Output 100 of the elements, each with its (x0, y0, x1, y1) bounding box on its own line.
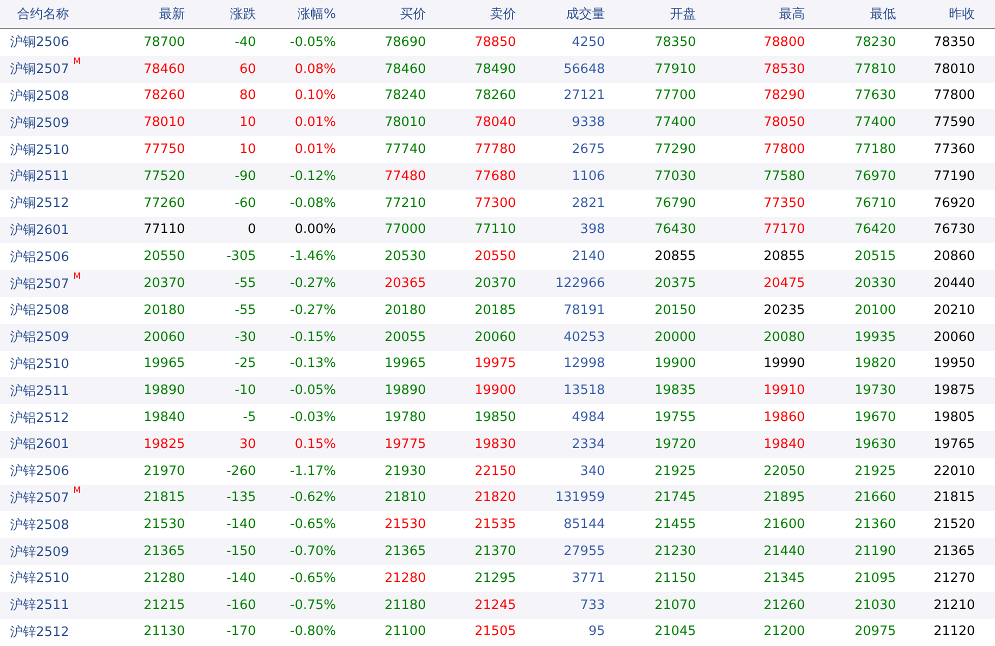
table-cell: -135 (226, 490, 256, 506)
table-cell: 20370 (144, 276, 185, 292)
contract-name: 沪锌2512 (10, 624, 70, 641)
table-cell: 77590 (934, 115, 975, 130)
table-row[interactable]: 沪铝2601 19825 30 0.15% 19775 19830 2334 19720 19840 19630 19765 (0, 430, 995, 458)
column-header[interactable]: 最高 (779, 5, 805, 23)
table-cell: 21660 (854, 490, 896, 506)
table-row[interactable]: 沪铜2508 78260 80 0.10% 78240 78260 27121 77700 78290 77630 77800 (0, 82, 995, 110)
table-cell: 0 (248, 222, 256, 238)
table-cell: 19890 (144, 383, 185, 398)
table-cell: 77580 (764, 168, 805, 184)
table-cell: -1.46% (290, 249, 336, 264)
table-cell: 78700 (144, 34, 185, 50)
table-cell: -55 (234, 276, 256, 292)
table-cell: 19775 (384, 436, 426, 452)
table-cell: 20150 (654, 302, 696, 318)
table-cell: -10 (234, 383, 256, 398)
table-cell: 21925 (654, 464, 696, 479)
table-cell: 21360 (854, 517, 896, 532)
table-row[interactable]: 沪铝2509 20060 -30 -0.15% 20055 20060 40253 20000 20080 19935 20060 (0, 324, 995, 351)
table-cell: -0.15% (290, 330, 336, 345)
table-cell: 77170 (764, 222, 805, 238)
table-cell: 0.08% (294, 62, 336, 77)
table-cell: 19820 (854, 356, 896, 372)
contract-name: 沪锌2507 (10, 490, 70, 507)
table-cell: 56648 (564, 62, 605, 77)
column-header[interactable]: 成交量 (566, 5, 605, 23)
table-cell: -0.05% (290, 383, 336, 398)
column-header[interactable]: 涨幅% (298, 5, 336, 23)
contract-name: 沪铜2507 (10, 61, 70, 78)
table-cell: -0.27% (290, 302, 336, 318)
table-row[interactable]: 沪铝2507 M 20370 -55 -0.27% 20365 20370 122966 20375 20475 20330 20440 (0, 270, 995, 297)
column-header[interactable]: 开盘 (670, 5, 696, 23)
table-cell: 2334 (572, 436, 605, 452)
table-row[interactable]: 沪铜2509 78010 10 0.01% 78010 78040 9338 77400 78050 77400 77590 (0, 109, 995, 136)
table-cell: 78260 (474, 88, 516, 104)
column-header[interactable]: 买价 (400, 5, 426, 23)
contract-name: 沪锌2506 (10, 463, 70, 480)
table-cell: 2675 (572, 142, 605, 158)
table-cell: 20060 (934, 330, 975, 345)
table-cell: 78290 (764, 88, 805, 104)
table-row[interactable]: 沪铝2511 19890 -10 -0.05% 19890 19900 13518 19835 19910 19730 19875 (0, 377, 995, 404)
table-cell: 398 (580, 222, 605, 238)
table-row[interactable]: 沪锌2511 21215 -160 -0.75% 21180 21245 733 21070 21260 21030 21210 (0, 592, 995, 619)
table-cell: 19840 (764, 436, 805, 452)
table-cell: 21365 (384, 544, 426, 560)
table-cell: -0.13% (290, 356, 336, 372)
table-cell: -305 (226, 249, 256, 264)
table-cell: 21455 (654, 517, 696, 532)
column-header[interactable]: 最新 (159, 5, 185, 23)
table-cell: 77350 (764, 196, 805, 211)
table-cell: 77910 (654, 62, 696, 77)
table-cell: 95 (588, 624, 605, 640)
table-cell: 21280 (384, 570, 426, 586)
table-cell: 19950 (934, 356, 975, 372)
table-cell: -90 (234, 168, 256, 184)
table-cell: 78050 (764, 115, 805, 130)
table-cell: 21815 (934, 490, 975, 506)
table-cell: 78490 (474, 62, 516, 77)
table-cell: 21535 (474, 517, 516, 532)
column-header[interactable]: 卖价 (490, 5, 516, 23)
table-cell: 76970 (854, 168, 896, 184)
table-cell: -0.03% (290, 410, 336, 426)
table-cell: 20060 (144, 330, 185, 345)
table-cell: 21530 (144, 517, 185, 532)
table-cell: -0.80% (290, 624, 336, 640)
table-cell: -0.12% (290, 168, 336, 184)
column-header[interactable]: 涨跌 (230, 5, 256, 23)
table-row[interactable]: 沪铜2507 M 78460 60 0.08% 78460 78490 56648 77910 78530 77810 78010 (0, 56, 995, 83)
table-row[interactable]: 沪锌2507 M 21815 -135 -0.62% 21810 21820 131959 21745 21895 21660 21815 (0, 484, 995, 512)
table-cell: 78350 (934, 34, 975, 50)
table-cell: 60 (239, 62, 256, 77)
table-cell: -1.17% (290, 464, 336, 479)
table-cell: 19805 (934, 410, 975, 426)
table-row[interactable]: 沪铝2510 19965 -25 -0.13% 19965 19975 12998 19900 19990 19820 19950 (0, 350, 995, 378)
table-row[interactable]: 沪锌2509 21365 -150 -0.70% 21365 21370 27955 21230 21440 21190 21365 (0, 538, 995, 565)
table-cell: 20185 (474, 302, 516, 318)
table-cell: 77260 (144, 196, 185, 211)
table-cell: -0.62% (290, 490, 336, 506)
table-cell: 77290 (654, 142, 696, 158)
table-cell: 78010 (144, 115, 185, 130)
table-cell: 20475 (764, 276, 805, 292)
table-cell: 20860 (934, 249, 975, 264)
table-row[interactable]: 沪铜2601 77110 0 0.00% 77000 77110 398 76430 77170 76420 76730 (0, 216, 995, 244)
table-cell: 40253 (564, 330, 605, 345)
table-cell: 20080 (764, 330, 805, 345)
table-cell: 20180 (384, 302, 426, 318)
column-header[interactable]: 昨收 (949, 5, 975, 23)
table-cell: 19630 (854, 436, 896, 452)
table-cell: 77740 (384, 142, 426, 158)
table-cell: 0.15% (294, 436, 336, 452)
table-cell: 21100 (384, 624, 426, 640)
table-cell: 19900 (654, 356, 696, 372)
column-header[interactable]: 合约名称 (0, 5, 69, 23)
table-cell: 77780 (474, 142, 516, 158)
contract-name: 沪铜2509 (10, 114, 70, 132)
table-cell: 19835 (654, 383, 696, 398)
table-cell: 21365 (144, 544, 185, 560)
column-header[interactable]: 最低 (870, 5, 896, 23)
table-row[interactable]: 沪铜2511 77520 -90 -0.12% 77480 77680 1106 77030 77580 76970 77190 (0, 162, 995, 190)
